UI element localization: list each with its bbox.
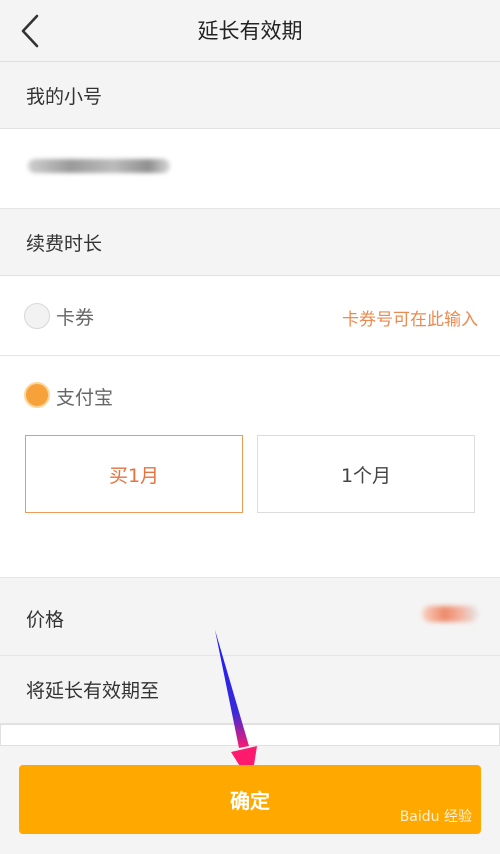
price-value-blurred [422, 606, 478, 622]
my-account-label: 我的小号 [0, 62, 500, 129]
annotation-arrow-icon [215, 630, 257, 784]
alipay-radio[interactable] [24, 382, 50, 408]
duration-option-buy-1-month[interactable]: 买1月 [25, 435, 243, 513]
duration-option-1-month[interactable]: 1个月 [257, 435, 475, 513]
card-option-row[interactable]: 卡券 卡券号可在此输入 [0, 276, 500, 356]
account-value-blurred [28, 159, 170, 173]
card-radio[interactable] [24, 303, 50, 329]
renew-duration-label: 续费时长 [0, 209, 500, 276]
card-number-input-hint[interactable]: 卡券号可在此输入 [342, 305, 478, 330]
card-label: 卡券 [56, 307, 95, 329]
page-title: 延长有效期 [197, 19, 303, 43]
price-label: 价格 [26, 609, 65, 631]
confirm-label: 确定 [230, 789, 270, 813]
alipay-label[interactable]: 支付宝 [56, 383, 113, 410]
top-bar: 延长有效期 [0, 0, 500, 62]
account-row [0, 129, 500, 209]
alipay-option-block: 支付宝 买1月 1个月 [0, 356, 500, 578]
baidu-watermark: Baidu 经验 [399, 809, 472, 825]
